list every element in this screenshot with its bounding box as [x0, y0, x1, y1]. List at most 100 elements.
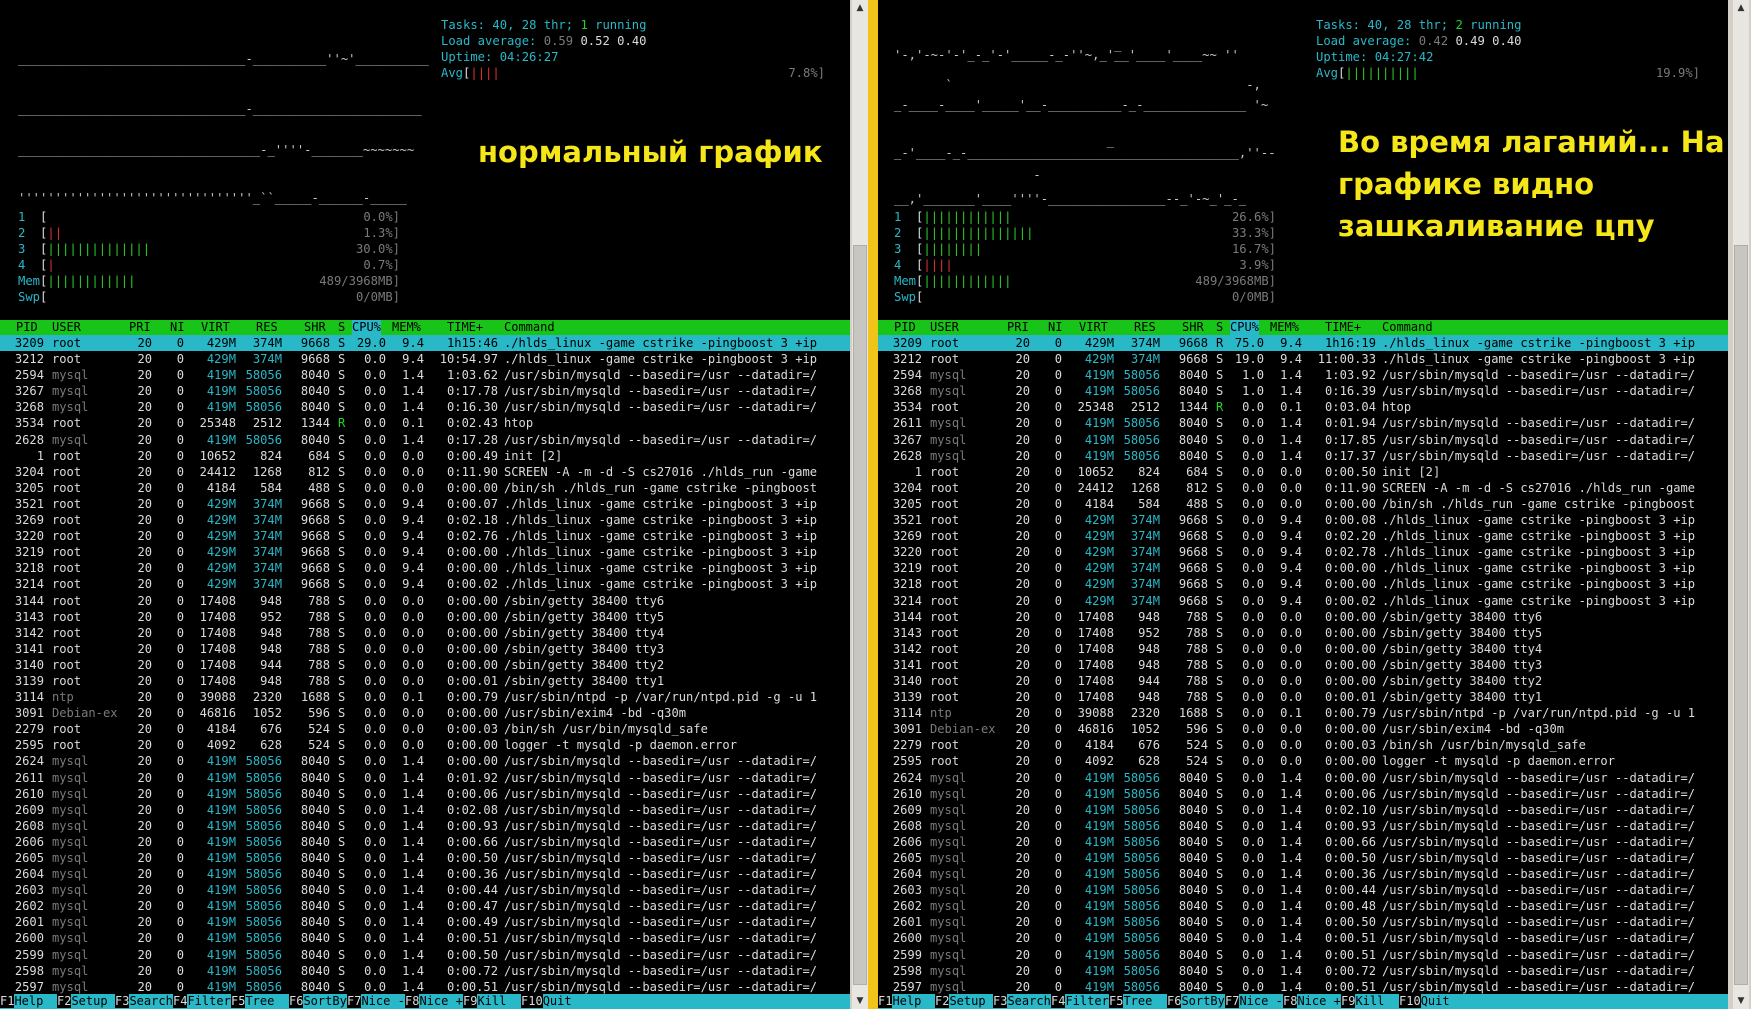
process-row[interactable]: 3204 root 20 0 24412 1268 812 S 0.0 0.0 0:11.90 SCR… — [878, 480, 1728, 496]
process-row[interactable]: 2606 mysql 20 0 419M 58056 8040 S 0.0 1.4 0:00.66 /… — [0, 834, 850, 850]
process-row[interactable]: 3212 root 20 0 429M 374M 9668 S 19.0 9.4 11:00.33.… — [878, 351, 1728, 367]
process-row[interactable]: 3268 mysql 20 0 419M 58056 8040 S 1.0 1.4 0:16.39 /… — [878, 383, 1728, 399]
process-row[interactable]: 2608 mysql 20 0 419M 58056 8040 S 0.0 1.4 0:00.93 /… — [0, 818, 850, 834]
scrollbar-left[interactable]: ▲ ▼ — [852, 0, 868, 1009]
process-row[interactable]: 2604 mysql 20 0 419M 58056 8040 S 0.0 1.4 0:00.36 /… — [878, 866, 1728, 882]
process-row[interactable]: 3267 mysql 20 0 419M 58056 8040 S 0.0 1.4 0:17.85 /… — [878, 432, 1728, 448]
process-row[interactable]: 3214 root 20 0 429M 374M 9668 S 0.0 9.4 0:00.02 ./h… — [878, 593, 1728, 609]
col-cpu-sorted[interactable]: CPU% — [352, 320, 381, 335]
fkey-filter[interactable]: F4Filter — [1051, 994, 1109, 1009]
fkey-sortby[interactable]: F6SortBy — [289, 994, 347, 1009]
process-row[interactable]: 1 root 20 0 10652 824 684 S 0.0 0.0 0:00.49 init [2… — [0, 448, 850, 464]
col-virt[interactable]: VIRT — [201, 320, 230, 335]
process-row[interactable]: 2606 mysql 20 0 419M 58056 8040 S 0.0 1.4 0:00.66 /… — [878, 834, 1728, 850]
process-row[interactable]: 2600 mysql 20 0 419M 58056 8040 S 0.0 1.4 0:00.51 /… — [878, 930, 1728, 946]
col-command[interactable]: Command — [1382, 320, 1433, 335]
process-row[interactable]: 3269 root 20 0 429M 374M 9668 S 0.0 9.4 0:02.18 ./h… — [0, 512, 850, 528]
process-row[interactable]: 2597 mysql 20 0 419M 58056 8040 S 0.0 1.4 0:00.51 /… — [878, 979, 1728, 995]
fkey-nice[interactable]: F8Nice + — [1283, 994, 1341, 1009]
process-row[interactable]: 2628 mysql 20 0 419M 58056 8040 S 0.0 1.4 0:17.28 /… — [0, 432, 850, 448]
process-row[interactable]: 2594 mysql 20 0 419M 58056 8040 S 0.0 1.4 1:03.62 /… — [0, 367, 850, 383]
col-command[interactable]: Command — [504, 320, 555, 335]
process-row[interactable]: 3268 mysql 20 0 419M 58056 8040 S 0.0 1.4 0:16.30 /… — [0, 399, 850, 415]
col-shr[interactable]: SHR — [304, 320, 326, 335]
scroll-up-icon[interactable]: ▲ — [1733, 0, 1749, 16]
process-row[interactable]: 3114 ntp 20 0 39088 2320 1688 S 0.0 0.1 0:00.79/us… — [878, 705, 1728, 721]
process-row[interactable]: 2279 root 20 0 4184 676 524 S 0.0 0.0 0:00.03/bin/… — [878, 737, 1728, 753]
process-row[interactable]: 3091 Debian-ex 20 0 46816 1052 596 S 0.0 0.0 0:00.… — [878, 721, 1728, 737]
col-ni[interactable]: NI — [1048, 320, 1062, 335]
col-pri[interactable]: PRI — [129, 320, 151, 335]
process-row[interactable]: 2611 mysql 20 0 419M 58056 8040 S 0.0 1.4 0:01.94 /… — [878, 415, 1728, 431]
process-row[interactable]: 2608 mysql 20 0 419M 58056 8040 S 0.0 1.4 0:00.93 /… — [878, 818, 1728, 834]
process-row[interactable]: 2605 mysql 20 0 419M 58056 8040 S 0.0 1.4 0:00.50 /… — [878, 850, 1728, 866]
process-row[interactable]: 2594 mysql 20 0 419M 58056 8040 S 1.0 1.4 1:03.92 /… — [878, 367, 1728, 383]
process-row[interactable]: 2611 mysql 20 0 419M 58056 8040 S 0.0 1.4 0:01.92 /… — [0, 770, 850, 786]
process-row[interactable]: 2598 mysql 20 0 419M 58056 8040 S 0.0 1.4 0:00.72 /… — [878, 963, 1728, 979]
process-row[interactable]: 2601 mysql 20 0 419M 58056 8040 S 0.0 1.4 0:00.50 /… — [878, 914, 1728, 930]
process-row[interactable]: 3141 root 20 0 17408 948 788 S 0.0 0.0 0:00.00/sbi… — [878, 657, 1728, 673]
process-row[interactable]: 1 root 20 0 10652 824 684 S 0.0 0.0 0:00.50 init [2… — [878, 464, 1728, 480]
process-row[interactable]: 3521 root 20 0 429M 374M 9668 S 0.0 9.4 0:00.07 ./h… — [0, 496, 850, 512]
fkey-kill[interactable]: F9Kill — [1341, 994, 1384, 1009]
process-row[interactable]: 3205 root 20 0 4184 584 488 S 0.0 0.0 0:00.00/bin/… — [878, 496, 1728, 512]
fkey-help[interactable]: F1Help — [0, 994, 43, 1009]
fkey-nice[interactable]: F7Nice - — [347, 994, 405, 1009]
process-row[interactable]: 3141 root 20 0 17408 948 788 S 0.0 0.0 0:00.00/sbi… — [0, 641, 850, 657]
process-row[interactable]: 3142 root 20 0 17408 948 788 S 0.0 0.0 0:00.00/sbi… — [878, 641, 1728, 657]
process-row[interactable]: 2609 mysql 20 0 419M 58056 8040 S 0.0 1.4 0:02.08 /… — [0, 802, 850, 818]
process-row[interactable]: 3521 root 20 0 429M 374M 9668 S 0.0 9.4 0:00.08 ./h… — [878, 512, 1728, 528]
process-row[interactable]: 3140 root 20 0 17408 944 788 S 0.0 0.0 0:00.00/sbi… — [0, 657, 850, 673]
col-user[interactable]: USER — [52, 320, 81, 335]
process-row[interactable]: 2624 mysql 20 0 419M 58056 8040 S 0.0 1.4 0:00.00 /… — [878, 770, 1728, 786]
process-row[interactable]: 3214 root 20 0 429M 374M 9668 S 0.0 9.4 0:00.02 ./h… — [0, 576, 850, 592]
fkey-sortby[interactable]: F6SortBy — [1167, 994, 1225, 1009]
process-row[interactable]: 3212 root 20 0 429M 374M 9668 S 0.0 9.4 10:54.97 ./… — [0, 351, 850, 367]
process-row[interactable]: 3139 root 20 0 17408 948 788 S 0.0 0.0 0:00.01/sbi… — [0, 673, 850, 689]
scroll-thumb[interactable] — [1734, 245, 1748, 985]
col-virt[interactable]: VIRT — [1079, 320, 1108, 335]
process-row[interactable]: 3144 root 20 0 17408 948 788 S 0.0 0.0 0:00.00/sbi… — [878, 609, 1728, 625]
process-row[interactable]: 2595 root 20 0 4092 628 524 S 0.0 0.0 0:00.00 logge… — [878, 753, 1728, 769]
process-row[interactable]: 3218 root 20 0 429M 374M 9668 S 0.0 9.4 0:00.00 ./h… — [0, 560, 850, 576]
process-row[interactable]: 3219 root 20 0 429M 374M 9668 S 0.0 9.4 0:00.00 ./h… — [0, 544, 850, 560]
col-state[interactable]: S — [338, 320, 345, 335]
scroll-thumb[interactable] — [853, 245, 867, 985]
process-row[interactable]: 2599 mysql 20 0 419M 58056 8040 S 0.0 1.4 0:00.50 /… — [0, 947, 850, 963]
process-row[interactable]: 2598 mysql 20 0 419M 58056 8040 S 0.0 1.4 0:00.72 /… — [0, 963, 850, 979]
process-row[interactable]: 3269 root 20 0 429M 374M 9668 S 0.0 9.4 0:02.20 ./h… — [878, 528, 1728, 544]
process-row[interactable]: 3218 root 20 0 429M 374M 9668 S 0.0 9.4 0:00.00 ./h… — [878, 576, 1728, 592]
fkey-filter[interactable]: F4Filter — [173, 994, 231, 1009]
process-row[interactable]: 3144 root 20 0 17408 948 788 S 0.0 0.0 0:00.00/sbi… — [0, 593, 850, 609]
process-row[interactable]: 3267 mysql 20 0 419M 58056 8040 S 0.0 1.4 0:17.78 /… — [0, 383, 850, 399]
process-row-selected[interactable]: 3209 root 20 0 429M 374M 9668 S 29.0 9.4 1h15:46 ./… — [0, 335, 850, 352]
process-row[interactable]: 3140 root 20 0 17408 944 788 S 0.0 0.0 0:00.00/sbi… — [878, 673, 1728, 689]
process-row[interactable]: 2610 mysql 20 0 419M 58056 8040 S 0.0 1.4 0:00.06 /… — [0, 786, 850, 802]
process-row[interactable]: 3091 Debian-ex 20 0 46816 1052 596 S 0.0 0.0 0:00.… — [0, 705, 850, 721]
col-mem[interactable]: MEM% — [392, 320, 421, 335]
process-row[interactable]: 2595 root 20 0 4092 628 524 S 0.0 0.0 0:00.00 logge… — [0, 737, 850, 753]
process-row[interactable]: 3114 ntp 20 0 39088 2320 1688 S 0.0 0.1 0:00.79/us… — [0, 689, 850, 705]
process-row[interactable]: 2609 mysql 20 0 419M 58056 8040 S 0.0 1.4 0:02.10 /… — [878, 802, 1728, 818]
process-row[interactable]: 2610 mysql 20 0 419M 58056 8040 S 0.0 1.4 0:00.06 /… — [878, 786, 1728, 802]
col-shr[interactable]: SHR — [1182, 320, 1204, 335]
scroll-up-icon[interactable]: ▲ — [852, 0, 868, 16]
fkey-help[interactable]: F1Help — [878, 994, 921, 1009]
process-row[interactable]: 3219 root 20 0 429M 374M 9668 S 0.0 9.4 0:00.00 ./h… — [878, 560, 1728, 576]
col-ni[interactable]: NI — [170, 320, 184, 335]
process-row[interactable]: 2628 mysql 20 0 419M 58056 8040 S 0.0 1.4 0:17.37 /… — [878, 448, 1728, 464]
fkey-kill[interactable]: F9Kill — [463, 994, 506, 1009]
col-state[interactable]: S — [1216, 320, 1223, 335]
process-row[interactable]: 2279 root 20 0 4184 676 524 S 0.0 0.0 0:00.03/bin/… — [0, 721, 850, 737]
process-row[interactable]: 3220 root 20 0 429M 374M 9668 S 0.0 9.4 0:02.78 ./h… — [878, 544, 1728, 560]
col-res[interactable]: RES — [1134, 320, 1156, 335]
fkey-setup[interactable]: F2Setup — [935, 994, 986, 1009]
col-time[interactable]: TIME+ — [1325, 320, 1361, 335]
process-row[interactable]: 3534 root 20 0 25348 2512 1344 R 0.0 0.1 0:02.43 ht… — [0, 415, 850, 431]
col-cpu-sorted[interactable]: CPU% — [1230, 320, 1259, 335]
fkey-nice[interactable]: F8Nice + — [405, 994, 463, 1009]
col-pid[interactable]: PID — [16, 320, 38, 335]
process-row[interactable]: 2603 mysql 20 0 419M 58056 8040 S 0.0 1.4 0:00.44 /… — [0, 882, 850, 898]
col-pri[interactable]: PRI — [1007, 320, 1029, 335]
process-row[interactable]: 2599 mysql 20 0 419M 58056 8040 S 0.0 1.4 0:00.51 /… — [878, 947, 1728, 963]
